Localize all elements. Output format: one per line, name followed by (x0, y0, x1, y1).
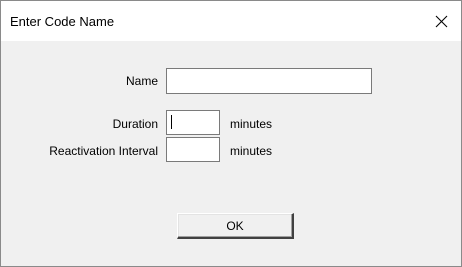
dialog-window: Enter Code Name Name Duration minutes Re… (0, 0, 462, 267)
reactivation-unit-label: minutes (230, 144, 273, 158)
name-field[interactable] (166, 68, 372, 94)
dialog-body: Name Duration minutes Reactivation Inter… (1, 41, 461, 266)
text-caret (171, 115, 172, 129)
duration-unit-label: minutes (230, 117, 273, 131)
duration-label: Duration (112, 117, 158, 131)
reactivation-interval-label: Reactivation Interval (49, 144, 158, 158)
close-icon (435, 15, 447, 27)
close-button[interactable] (421, 1, 461, 41)
ok-button[interactable]: OK (177, 213, 294, 239)
duration-field[interactable] (166, 110, 220, 135)
dialog-title: Enter Code Name (10, 14, 115, 29)
name-label: Name (125, 74, 158, 88)
title-bar[interactable]: Enter Code Name (1, 1, 461, 41)
reactivation-interval-field[interactable] (166, 137, 220, 162)
